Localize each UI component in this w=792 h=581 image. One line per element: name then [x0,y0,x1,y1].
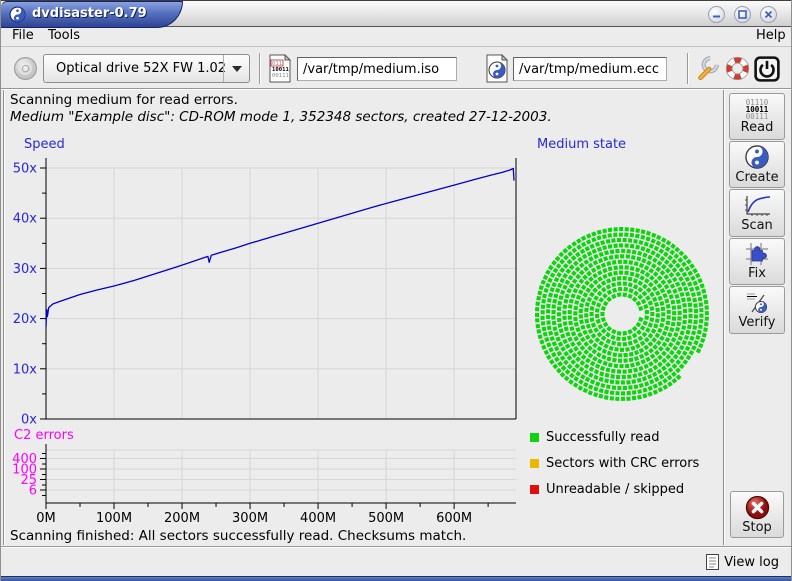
verify-button[interactable]: Verify [729,286,785,334]
window-title: dvdisaster-0.79 [32,6,147,21]
status-line-2: Medium "Example disc": CD-ROM mode 1, 35… [10,109,552,125]
titlebar: dvdisaster-0.79 [1,0,791,27]
preferences-button[interactable] [693,54,721,82]
svg-text:0M: 0M [36,511,56,526]
svg-text:0x: 0x [21,413,37,428]
svg-text:600M: 600M [436,511,472,526]
verify-button-label: Verify [739,315,776,330]
read-button[interactable]: 01110 10011 00111 Read [729,93,785,140]
svg-text:40x: 40x [13,212,38,227]
menu-help[interactable]: Help [754,28,788,43]
lifebuoy-icon [725,56,750,81]
scan-result-status: Scanning finished: All sectors successfu… [10,528,466,544]
app-window: dvdisaster-0.79 File Tools Help Optical … [0,0,792,581]
status-line-1: Scanning medium for read errors. [10,92,238,108]
cd-drive-icon [13,56,38,81]
svg-text:200M: 200M [164,511,200,526]
fix-button-label: Fix [748,266,766,281]
maximize-icon [738,10,747,19]
svg-text:50x: 50x [13,162,38,177]
svg-text:10x: 10x [13,362,38,377]
minimize-icon [712,10,721,19]
app-yinyang-icon [9,6,26,23]
chevron-down-icon [232,66,242,72]
menubar: File Tools Help [1,28,791,45]
drive-select-value: Optical drive 52X FW 1.02 [44,61,226,76]
maximize-button[interactable] [734,6,751,23]
ecc-file-icon [485,54,509,83]
legend-swatch-green [530,433,539,442]
menu-tools[interactable]: Tools [46,28,82,43]
sidebar-separator-highlight [724,90,725,545]
help-button[interactable] [723,54,751,82]
legend-swatch-yellow [530,459,539,468]
svg-text:400: 400 [12,452,37,467]
read-button-label: Read [741,120,774,135]
speed-and-c2-charts: 0x10x20x30x40x50x6251004000M100M200M300M… [1,130,531,530]
minimize-button[interactable] [708,6,725,23]
create-button[interactable]: Create [729,141,785,188]
legend-item-crc: Sectors with CRC errors [530,450,699,476]
svg-text:30x: 30x [13,262,38,277]
close-icon [764,10,773,19]
stop-button-label: Stop [742,520,772,535]
view-log-button[interactable]: View log [706,552,779,572]
verify-compare-icon [744,291,770,315]
puzzle-fix-icon [744,242,770,266]
quit-button[interactable] [753,55,780,82]
legend-item-unreadable: Unreadable / skipped [530,476,699,502]
view-log-label: View log [724,555,779,570]
ecc-path-input[interactable] [513,57,667,81]
svg-text:100M: 100M [96,511,132,526]
scan-button-label: Scan [741,218,773,233]
binary-read-icon: 01110 10011 00111 [746,99,769,120]
medium-state-title: Medium state [537,137,626,152]
drive-select[interactable]: Optical drive 52X FW 1.02 [43,54,250,83]
power-icon [754,56,780,82]
log-document-icon [706,554,719,570]
legend-label: Sectors with CRC errors [546,456,699,471]
legend-label: Unreadable / skipped [546,482,684,497]
yinyang-create-icon [744,144,770,170]
wrench-icon [694,55,720,81]
stop-icon [745,495,770,520]
close-button[interactable] [760,6,777,23]
toolbar-separator [259,53,261,84]
stop-button[interactable]: Stop [730,491,784,538]
toolbar: Optical drive 52X FW 1.02 011 10011 0011… [1,46,791,89]
iso-path-input[interactable] [297,57,457,81]
scan-chart-icon [743,194,771,218]
svg-text:500M: 500M [368,511,404,526]
fix-button[interactable]: Fix [729,238,785,285]
legend-label: Successfully read [546,430,659,445]
svg-text:400M: 400M [300,511,336,526]
medium-state-disc [532,222,712,406]
legend-swatch-red [530,485,539,494]
drive-button[interactable] [11,54,39,82]
svg-text:20x: 20x [13,312,38,327]
svg-text:300M: 300M [232,511,268,526]
legend-item-success: Successfully read [530,424,699,450]
svg-text:00111: 00111 [272,73,289,79]
window-frame-bottom [1,577,791,581]
iso-file-icon: 011 10011 00111 [268,54,292,83]
footer-separator-highlight [1,547,791,548]
create-button-label: Create [735,170,778,185]
menu-file[interactable]: File [10,28,36,43]
toolbar-separator-2 [687,53,689,84]
scan-button[interactable]: Scan [729,189,785,237]
drive-select-arrow[interactable] [223,55,249,82]
medium-state-legend: Successfully read Sectors with CRC error… [530,424,699,502]
